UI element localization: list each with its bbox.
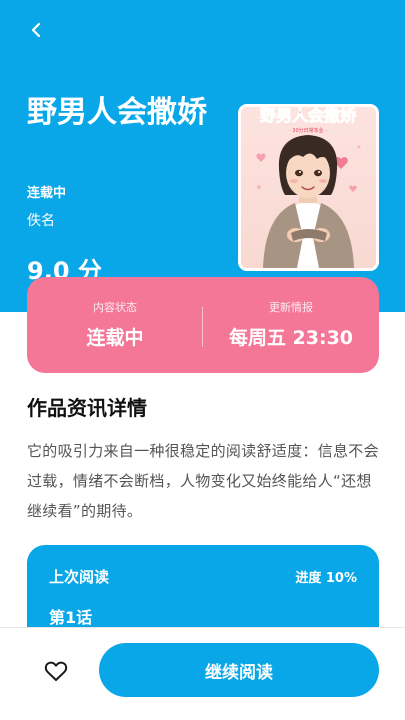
read-progress: 进度 10%: [295, 571, 357, 586]
content-status-label: 内容状态: [93, 301, 137, 314]
back-arrow-icon: [31, 22, 41, 38]
update-info-section: 更新情报 每周五 23:30: [203, 277, 379, 373]
details-description: 它的吸引力来自一种很稳定的阅读舒适度：信息不会过载，情绪不会断档，人物变化又始终…: [27, 442, 379, 520]
info-card: 内容状态 连载中 更新情报 每周五 23:30: [27, 277, 379, 373]
continue-reading-button[interactable]: 继续阅读: [99, 643, 379, 697]
comic-title: 野男人会撒娇: [27, 95, 207, 130]
last-read-label: 上次阅读: [49, 568, 110, 586]
hero-header: 野男人会撒娇 连载中 佚名 9.0 分 野男人会撒娇 · 30分日常本业 ·: [0, 0, 405, 312]
details-heading: 作品资讯详情: [27, 396, 147, 420]
back-button[interactable]: [22, 16, 50, 44]
cover-banner-text: 野男人会撒娇: [260, 107, 357, 125]
cover-sub-text: · 30分日常本业 ·: [289, 127, 327, 134]
update-info-value: 每周五 23:30: [228, 327, 354, 349]
favorite-button[interactable]: [40, 657, 72, 685]
last-read-chapter: 第1话: [49, 608, 93, 627]
content-status-section: 内容状态 连载中: [27, 277, 203, 373]
serial-status: 连载中: [27, 186, 67, 201]
cover-image[interactable]: 野男人会撒娇 · 30分日常本业 ·: [238, 104, 379, 271]
content-status-value: 连载中: [86, 327, 144, 349]
update-info-label: 更新情报: [269, 301, 313, 314]
author-name: 佚名: [27, 213, 55, 229]
bottom-action-bar: 继续阅读: [0, 627, 405, 720]
heart-outline-icon: [44, 661, 68, 681]
cover-illustration: 野男人会撒娇 · 30分日常本业 ·: [241, 107, 376, 268]
